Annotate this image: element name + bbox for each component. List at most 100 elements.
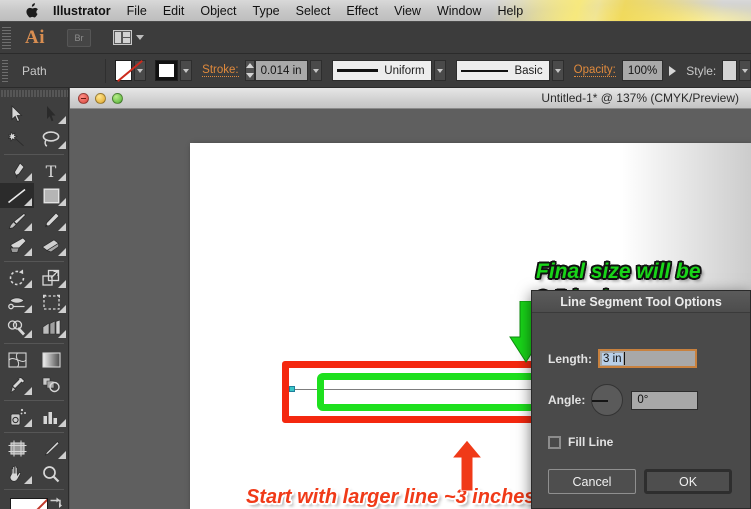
menu-file[interactable]: File: [119, 0, 155, 21]
brush-definition-select[interactable]: Basic: [455, 60, 550, 81]
stroke-weight-dropdown-button[interactable]: [309, 60, 322, 81]
document-titlebar[interactable]: Untitled-1* @ 137% (CMYK/Preview): [70, 88, 751, 109]
swap-fill-stroke-icon[interactable]: [48, 496, 64, 509]
chevron-down-icon: [554, 68, 561, 73]
menu-type[interactable]: Type: [245, 0, 288, 21]
width-profile-dropdown-button[interactable]: [433, 60, 446, 81]
tool-gradient[interactable]: [34, 347, 68, 372]
tool-zoom[interactable]: [34, 461, 68, 486]
tools-panel-grip[interactable]: [0, 88, 68, 99]
tool-flyout-icon: [24, 173, 32, 181]
tools-panel: T: [0, 88, 69, 509]
stroke-color-swatch[interactable]: [155, 60, 179, 81]
menu-object[interactable]: Object: [192, 0, 244, 21]
window-controls: [78, 92, 123, 104]
tool-eraser[interactable]: [34, 233, 68, 258]
line-segment-tool-options-dialog: Line Segment Tool Options Length: 3 in A…: [531, 290, 751, 509]
chevron-down-icon: [312, 68, 319, 73]
tool-blob-brush[interactable]: [0, 233, 34, 258]
zoom-button[interactable]: [112, 92, 123, 104]
tool-eyedropper[interactable]: [0, 372, 34, 397]
arrange-documents-button[interactable]: [113, 30, 144, 45]
fill-line-row[interactable]: Fill Line: [548, 435, 613, 449]
tool-selection[interactable]: [0, 101, 34, 126]
tool-shape-builder[interactable]: [0, 315, 34, 340]
menu-illustrator[interactable]: Illustrator: [53, 0, 119, 21]
fill-none-swatch[interactable]: [10, 498, 48, 509]
opacity-label[interactable]: Opacity:: [573, 64, 616, 77]
tool-type[interactable]: T: [34, 158, 68, 183]
tool-pen[interactable]: [0, 158, 34, 183]
tool-rectangle[interactable]: [34, 183, 68, 208]
tool-lasso[interactable]: [34, 126, 68, 151]
angle-input[interactable]: 0°: [631, 390, 699, 410]
tool-flyout-icon: [24, 280, 32, 288]
menu-help[interactable]: Help: [489, 0, 531, 21]
tool-line-segment[interactable]: [0, 183, 34, 208]
tool-width[interactable]: [0, 290, 34, 315]
go-to-bridge-button[interactable]: Br: [67, 28, 91, 47]
appbar-grip[interactable]: [2, 26, 11, 49]
tool-magic-wand[interactable]: [0, 126, 34, 151]
tool-slice[interactable]: [34, 436, 68, 461]
apple-logo-icon[interactable]: [26, 3, 39, 18]
tool-flyout-icon: [24, 198, 32, 206]
tools-grid-4: [0, 347, 68, 397]
tool-hand[interactable]: [0, 461, 34, 486]
tools-divider: [4, 489, 64, 490]
menu-effect[interactable]: Effect: [338, 0, 386, 21]
angle-dial-control[interactable]: [591, 384, 624, 416]
tool-flyout-icon: [58, 451, 66, 459]
tool-symbol-sprayer[interactable]: [0, 404, 34, 429]
tool-free-transform[interactable]: [34, 290, 68, 315]
fill-color-swatch[interactable]: [115, 60, 133, 81]
menu-view[interactable]: View: [386, 0, 429, 21]
tool-column-graph[interactable]: [34, 404, 68, 429]
tool-flyout-icon: [24, 223, 32, 231]
tool-direct-selection[interactable]: [34, 101, 68, 126]
stroke-weight-stepper[interactable]: [244, 60, 255, 81]
cancel-button[interactable]: Cancel: [548, 469, 636, 494]
angle-row: Angle: 0°: [548, 384, 743, 416]
document-title: Untitled-1* @ 137% (CMYK/Preview): [541, 91, 739, 105]
tool-flyout-icon: [24, 387, 32, 395]
stroke-weight-label[interactable]: Stroke:: [202, 64, 239, 77]
brush-definition-dropdown-button[interactable]: [551, 60, 564, 81]
length-input[interactable]: 3 in: [598, 349, 697, 368]
stepper-down-icon: [245, 72, 254, 78]
graphic-style-dropdown-button[interactable]: [738, 60, 751, 81]
graphic-style-swatch[interactable]: [722, 60, 737, 81]
width-profile-select[interactable]: Uniform: [331, 60, 432, 81]
chevron-down-icon: [741, 68, 748, 73]
menu-edit[interactable]: Edit: [155, 0, 193, 21]
tool-flyout-icon: [58, 173, 66, 181]
length-value: 3 in: [602, 352, 623, 365]
menu-select[interactable]: Select: [288, 0, 339, 21]
stroke-weight-input[interactable]: 0.014 in: [254, 60, 308, 81]
tool-paintbrush[interactable]: [0, 208, 34, 233]
tool-pencil[interactable]: [34, 208, 68, 233]
tool-mesh[interactable]: [0, 347, 34, 372]
tool-rotate[interactable]: [0, 265, 34, 290]
opacity-input[interactable]: 100%: [621, 60, 664, 81]
tool-flyout-icon: [58, 419, 66, 427]
tool-flyout-icon: [58, 248, 66, 256]
tool-artboard[interactable]: [0, 436, 34, 461]
ok-button[interactable]: OK: [644, 469, 732, 494]
stroke-dropdown-button[interactable]: [180, 60, 193, 81]
dialog-buttons: Cancel OK: [548, 469, 732, 494]
tools-grid-1: [0, 101, 68, 151]
close-button[interactable]: [78, 92, 89, 104]
tool-scale[interactable]: [34, 265, 68, 290]
tool-perspective-grid[interactable]: [34, 315, 68, 340]
tools-divider: [4, 432, 64, 433]
tool-blend[interactable]: [34, 372, 68, 397]
menu-window[interactable]: Window: [429, 0, 489, 21]
tools-divider: [4, 154, 64, 155]
stepper-up-icon: [245, 63, 254, 69]
arrange-documents-icon: [113, 30, 132, 45]
minimize-button[interactable]: [95, 92, 106, 104]
opacity-flyout-icon[interactable]: [669, 65, 677, 76]
control-panel-grip[interactable]: [2, 59, 9, 82]
fill-line-checkbox[interactable]: [548, 435, 561, 449]
